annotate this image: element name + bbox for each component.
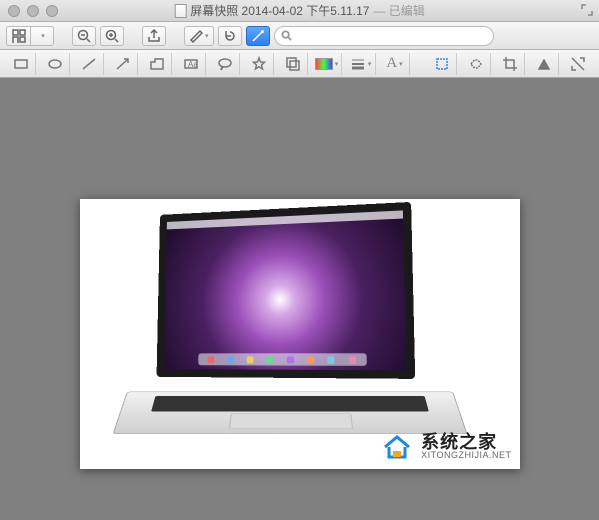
document-image[interactable]: 系统之家 XITONGZHIJIA.NET [80, 199, 520, 469]
oval-tool[interactable] [40, 53, 70, 75]
search-input[interactable] [296, 30, 487, 42]
laptop-screen [156, 202, 415, 379]
title-text: 屏幕快照 2014-04-02 下午5.11.17 [190, 2, 369, 19]
watermark-text-en: XITONGZHIJIA.NET [421, 451, 511, 460]
view-mode-button[interactable] [6, 26, 30, 46]
rotate-button[interactable] [218, 26, 242, 46]
share-button[interactable] [142, 26, 166, 46]
lasso-select-tool[interactable] [461, 53, 491, 75]
zoom-window-button[interactable] [46, 5, 58, 17]
laptop-keyboard [151, 396, 429, 411]
line-tool[interactable] [74, 53, 104, 75]
textbox-tool[interactable]: Aa [176, 53, 206, 75]
watermark-logo-icon [379, 431, 415, 461]
view-segment: ▾ [6, 26, 54, 46]
edited-indicator: — 已编辑 [373, 2, 424, 19]
markup-toggle-button[interactable] [246, 26, 270, 46]
color-swatch-icon [315, 58, 333, 70]
zoom-in-button[interactable] [100, 26, 124, 46]
polygon-tool[interactable] [142, 53, 172, 75]
fullscreen-icon[interactable] [581, 4, 593, 16]
window-title: 屏幕快照 2014-04-02 下午5.11.17 — 已编辑 [174, 2, 425, 19]
mask-tool[interactable] [278, 53, 308, 75]
watermark: 系统之家 XITONGZHIJIA.NET [379, 431, 511, 461]
macos-dock [197, 353, 366, 366]
search-icon [281, 30, 292, 41]
document-icon [174, 4, 186, 18]
traffic-lights [8, 5, 58, 17]
svg-text:Aa: Aa [188, 60, 198, 69]
laptop-base [112, 392, 467, 434]
speech-bubble-tool[interactable] [210, 53, 240, 75]
rect-select-tool[interactable] [427, 53, 457, 75]
search-field[interactable] [274, 26, 494, 46]
highlight-button[interactable]: ▾ [184, 26, 214, 46]
star-tool[interactable] [244, 53, 274, 75]
laptop-illustration [130, 207, 450, 457]
color-picker[interactable]: ▾ [312, 53, 342, 75]
zoom-out-button[interactable] [72, 26, 96, 46]
text-style-picker[interactable]: A▾ [380, 53, 410, 75]
line-weight-picker[interactable]: ▾ [346, 53, 376, 75]
close-window-button[interactable] [8, 5, 20, 17]
rect-tool[interactable] [6, 53, 36, 75]
desktop-wallpaper [163, 210, 405, 370]
main-toolbar: ▾ ▾ [0, 22, 599, 50]
arrow-tool[interactable] [108, 53, 138, 75]
watermark-text-cn: 系统之家 [421, 433, 511, 451]
view-dropdown-button[interactable]: ▾ [30, 26, 54, 46]
instant-alpha-tool[interactable] [529, 53, 559, 75]
window-titlebar: 屏幕快照 2014-04-02 下午5.11.17 — 已编辑 [0, 0, 599, 22]
canvas-area[interactable]: 系统之家 XITONGZHIJIA.NET [0, 78, 599, 520]
laptop-trackpad [228, 414, 352, 429]
markup-toolbar: Aa ▾ ▾ A▾ [0, 50, 599, 78]
adjust-size-tool[interactable] [563, 53, 593, 75]
text-A-icon: A [386, 55, 397, 72]
crop-tool[interactable] [495, 53, 525, 75]
minimize-window-button[interactable] [27, 5, 39, 17]
